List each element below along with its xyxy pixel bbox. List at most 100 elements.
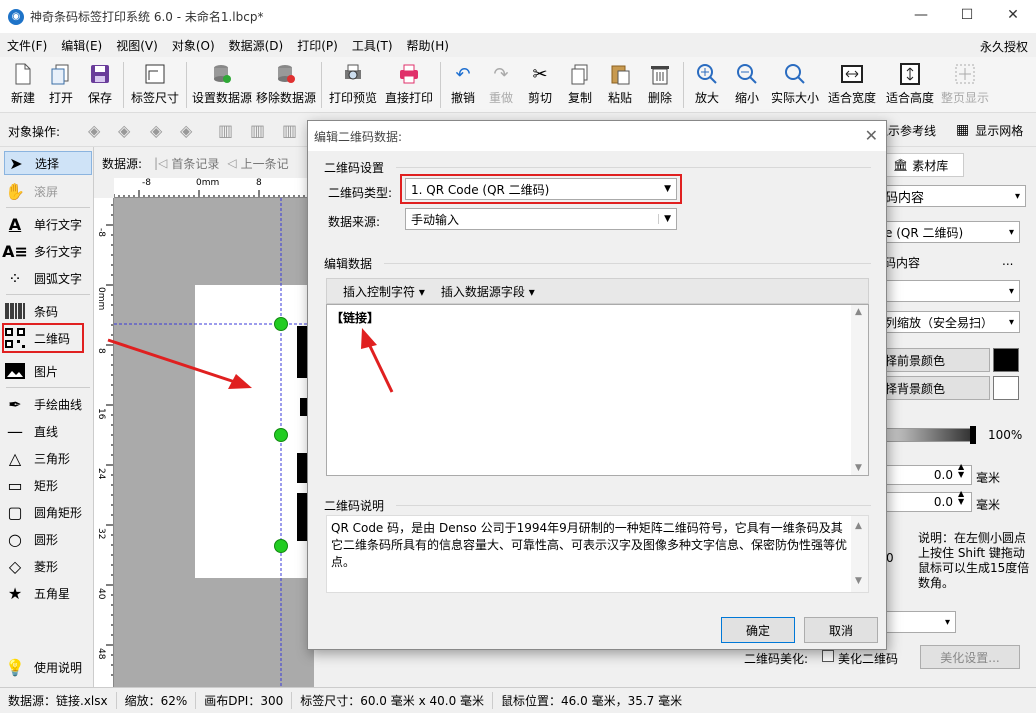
qrcode-description-text: QR Code 码，是由 Denso 公司于1994年9月研制的一种矩阵二维码符… xyxy=(326,515,869,593)
set-datasource-button[interactable]: 设置数据源 xyxy=(190,57,254,111)
close-button[interactable]: ✕ xyxy=(990,0,1036,30)
lightbulb-icon: 💡 xyxy=(5,657,25,677)
layers-down-icon[interactable]: ◈ xyxy=(150,121,170,140)
ruler-tick-label: 48 xyxy=(96,648,106,660)
design-canvas[interactable] xyxy=(114,198,314,688)
open-button[interactable]: 打开 xyxy=(42,57,80,111)
insert-datasource-field-button[interactable]: 插入数据源字段 ▾ xyxy=(433,283,535,300)
diamond-tool[interactable]: ◇ 菱形 xyxy=(4,554,92,578)
qr-type-select[interactable]: e (QR 二维码) xyxy=(880,221,1020,243)
undo-button[interactable]: ↶ 撤销 xyxy=(444,57,482,111)
new-button[interactable]: 新建 xyxy=(4,57,42,111)
rect-tool[interactable]: ▭ 矩形 xyxy=(4,473,92,497)
star-icon: ★ xyxy=(7,583,23,603)
line-icon: — xyxy=(7,421,23,441)
insert-toolbar: 插入控制字符 ▾ 插入数据源字段 ▾ xyxy=(326,278,869,304)
scroll-tool[interactable]: ✋ 滚屏 xyxy=(4,179,92,203)
show-grid-toggle[interactable]: ▦ 显示网格 xyxy=(956,117,1034,143)
remove-datasource-button[interactable]: 移除数据源 xyxy=(254,57,318,111)
menu-print[interactable]: 打印(P) xyxy=(290,37,345,54)
paste-button[interactable]: 粘贴 xyxy=(600,57,640,111)
menu-view[interactable]: 视图(V) xyxy=(109,37,165,54)
x-spin-arrows[interactable]: ▲ ▼ xyxy=(958,463,964,479)
label-size-button[interactable]: 标签尺寸 xyxy=(127,57,183,111)
triangle-tool[interactable]: △ 三角形 xyxy=(4,446,92,470)
delete-button[interactable]: 删除 xyxy=(640,57,680,111)
ruler-tick-label: 40 xyxy=(96,588,106,600)
foreground-color-swatch[interactable] xyxy=(993,348,1019,372)
foreground-color-button[interactable]: 择前景颜色 xyxy=(880,348,990,372)
copy-button[interactable]: 复制 xyxy=(560,57,600,111)
select-tool[interactable]: ➤ 选择 xyxy=(4,151,92,175)
arc-text-tool[interactable]: ⁘ 圆弧文字 xyxy=(4,266,92,290)
fit-height-button[interactable]: 适合高度 xyxy=(881,57,939,111)
multi-line-text-tool[interactable]: A≡ 多行文字 xyxy=(2,239,92,263)
scale-mode-select[interactable]: 列缩放（安全易扫） xyxy=(880,311,1020,333)
qrcode-data-textarea[interactable]: 【链接】 ▲ ▼ xyxy=(326,304,869,476)
opacity-slider[interactable] xyxy=(880,428,972,442)
barcode-tool[interactable]: 条码 xyxy=(4,299,92,323)
fit-page-button[interactable]: 整页显示 xyxy=(939,57,991,111)
save-button[interactable]: 保存 xyxy=(80,57,120,111)
actual-size-button[interactable]: 实际大小 xyxy=(767,57,823,111)
chevron-down-icon: ▼ xyxy=(664,184,671,194)
blank-select[interactable] xyxy=(880,280,1020,302)
description-scrollbar[interactable]: ▲ ▼ xyxy=(851,516,868,592)
image-tool[interactable]: 图片 xyxy=(4,359,92,383)
cancel-button[interactable]: 取消 xyxy=(804,617,878,643)
beautify-checkbox[interactable] xyxy=(822,650,834,662)
freehand-tool[interactable]: ✒ 手绘曲线 xyxy=(4,392,92,416)
beautify-settings-button[interactable]: 美化设置... xyxy=(920,645,1020,669)
textarea-scrollbar[interactable]: ▲ ▼ xyxy=(851,305,868,475)
menu-help[interactable]: 帮助(H) xyxy=(400,37,456,54)
minimize-button[interactable]: — xyxy=(898,0,944,30)
redo-button[interactable]: ↷ 重做 xyxy=(482,57,520,111)
align-right-icon[interactable]: ▥ xyxy=(282,121,302,140)
first-record-button[interactable]: 首条记录 xyxy=(171,155,219,172)
content-more-button[interactable]: ... xyxy=(1002,254,1013,268)
data-source-select[interactable]: 手动输入 ▼ xyxy=(405,208,677,230)
background-color-swatch[interactable] xyxy=(993,376,1019,400)
background-color-button[interactable]: 择背景颜色 xyxy=(880,376,990,400)
opacity-slider-thumb[interactable] xyxy=(970,426,976,444)
qrcode-tool[interactable]: 二维码 xyxy=(2,323,84,353)
menu-object[interactable]: 对象(O) xyxy=(165,37,222,54)
single-line-text-tool[interactable]: A 单行文字 xyxy=(4,212,92,236)
edit-data-group: 编辑数据 xyxy=(324,257,373,271)
align-center-icon[interactable]: ▥ xyxy=(250,121,270,140)
insert-control-char-button[interactable]: 插入控制字符 ▾ xyxy=(335,283,425,300)
maximize-button[interactable]: ☐ xyxy=(944,0,990,30)
selection-handle[interactable] xyxy=(274,317,288,331)
ok-button[interactable]: 确定 xyxy=(721,617,795,643)
zoom-out-button[interactable]: 缩小 xyxy=(727,57,767,111)
record-navigation: 数据源: |◁ 首条记录 ◁ 上一条记 xyxy=(94,150,314,176)
tab-material-library[interactable]: 🏛 素材库 xyxy=(886,153,964,177)
dialog-close-button[interactable]: ✕ xyxy=(865,126,878,145)
selection-handle[interactable] xyxy=(274,428,288,442)
print-preview-button[interactable]: 打印预览 xyxy=(325,57,381,111)
selection-handle[interactable] xyxy=(274,539,288,553)
help-tool[interactable]: 💡 使用说明 xyxy=(4,655,92,679)
direct-print-button[interactable]: 直接打印 xyxy=(381,57,437,111)
redo-icon: ↷ xyxy=(493,63,509,85)
y-spin-arrows[interactable]: ▲ ▼ xyxy=(958,490,964,506)
menu-datasource[interactable]: 数据源(D) xyxy=(222,37,291,54)
layers-icon[interactable]: ◈ xyxy=(118,121,138,140)
circle-tool[interactable]: ○ 圆形 xyxy=(4,527,92,551)
extra-select[interactable] xyxy=(880,611,956,633)
fit-width-button[interactable]: 适合宽度 xyxy=(823,57,881,111)
prev-record-button[interactable]: 上一条记 xyxy=(241,155,289,172)
align-left-icon[interactable]: ▥ xyxy=(218,121,238,140)
layers-up-icon[interactable]: ◈ xyxy=(88,121,108,140)
zoom-in-button[interactable]: 放大 xyxy=(687,57,727,111)
star-tool[interactable]: ★ 五角星 xyxy=(4,581,92,605)
menu-edit[interactable]: 编辑(E) xyxy=(54,37,109,54)
qrcode-type-select[interactable]: 1. QR Code (QR 二维码) ▼ xyxy=(405,178,677,200)
line-tool[interactable]: — 直线 xyxy=(4,419,92,443)
cut-button[interactable]: ✂ 剪切 xyxy=(520,57,560,111)
layers-bottom-icon[interactable]: ◈ xyxy=(180,121,200,140)
round-rect-tool[interactable]: ▢ 圆角矩形 xyxy=(4,500,92,524)
content-type-select[interactable]: 码内容 xyxy=(880,185,1026,207)
menu-tools[interactable]: 工具(T) xyxy=(345,37,400,54)
menu-file[interactable]: 文件(F) xyxy=(0,37,54,54)
